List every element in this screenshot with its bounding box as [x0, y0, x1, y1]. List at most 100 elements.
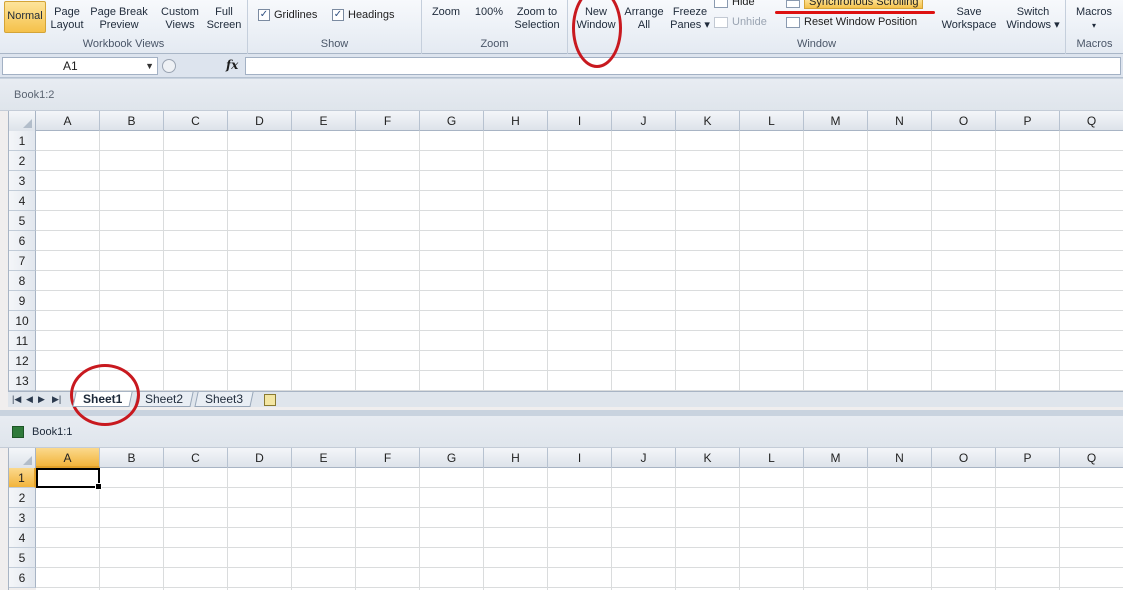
save-label-2: Workspace: [941, 19, 997, 31]
column-header-O[interactable]: O: [932, 111, 996, 131]
column-header-K[interactable]: K: [676, 448, 740, 468]
zoom-button[interactable]: Zoom: [428, 6, 464, 19]
select-all-corner[interactable]: [9, 448, 36, 468]
column-header-F[interactable]: F: [356, 448, 420, 468]
arrange-all-button[interactable]: Arrange All: [622, 6, 666, 32]
show-group-label: Show: [320, 38, 349, 50]
column-header-E[interactable]: E: [292, 448, 356, 468]
column-header-Q[interactable]: Q: [1060, 448, 1123, 468]
column-header-C[interactable]: C: [164, 448, 228, 468]
column-header-J[interactable]: J: [612, 111, 676, 131]
freeze-label-2: Panes ▾: [670, 19, 710, 31]
column-header-O[interactable]: O: [932, 448, 996, 468]
tab-sheet3[interactable]: Sheet3: [194, 392, 254, 407]
column-header-A[interactable]: A: [36, 111, 100, 131]
column-header-M[interactable]: M: [804, 448, 868, 468]
tab-sheet1[interactable]: Sheet1: [72, 392, 133, 407]
row-header-5[interactable]: 5: [9, 211, 36, 231]
column-header-C[interactable]: C: [164, 111, 228, 131]
select-all-corner[interactable]: [9, 111, 36, 131]
row-header-8[interactable]: 8: [9, 271, 36, 291]
full-screen-button[interactable]: Full Screen: [204, 6, 244, 32]
row-header-9[interactable]: 9: [9, 291, 36, 311]
column-header-N[interactable]: N: [868, 448, 932, 468]
row-header-5[interactable]: 5: [9, 548, 36, 568]
column-header-D[interactable]: D: [228, 111, 292, 131]
normal-view-button[interactable]: Normal: [4, 1, 46, 33]
headings-checkbox[interactable]: ✓ Headings: [332, 9, 394, 21]
column-header-N[interactable]: N: [868, 111, 932, 131]
next-sheet-nav-icon[interactable]: ▶: [38, 394, 45, 405]
window-title-bar: Book1:1: [0, 416, 1123, 448]
reset-window-position-button[interactable]: Reset Window Position: [786, 16, 917, 28]
column-header-L[interactable]: L: [740, 448, 804, 468]
column-header-I[interactable]: I: [548, 111, 612, 131]
column-header-H[interactable]: H: [484, 448, 548, 468]
row-header-13[interactable]: 13: [9, 371, 36, 391]
row-header-2[interactable]: 2: [9, 151, 36, 171]
save-workspace-button[interactable]: Save Workspace: [938, 6, 1000, 32]
row-header-7[interactable]: 7: [9, 251, 36, 271]
row-header-1[interactable]: 1: [9, 468, 36, 488]
row-header-4[interactable]: 4: [9, 528, 36, 548]
prev-sheet-nav-icon[interactable]: ◀: [26, 394, 33, 405]
column-header-B[interactable]: B: [100, 111, 164, 131]
macros-button[interactable]: Macros ▾: [1070, 6, 1118, 32]
column-header-A[interactable]: A: [36, 448, 100, 468]
column-header-P[interactable]: P: [996, 448, 1060, 468]
row-header-1[interactable]: 1: [9, 131, 36, 151]
page-layout-button[interactable]: Page Layout: [48, 6, 86, 32]
first-sheet-nav-icon[interactable]: |◀: [12, 394, 21, 405]
row-header-10[interactable]: 10: [9, 311, 36, 331]
zoom-group-label: Zoom: [480, 38, 509, 50]
column-header-G[interactable]: G: [420, 111, 484, 131]
group-workbook-views: Normal Page Layout Page Break Preview Cu…: [0, 0, 248, 54]
synchronous-scrolling-button[interactable]: Synchronous Scrolling: [786, 0, 924, 9]
column-header-D[interactable]: D: [228, 448, 292, 468]
insert-function-icon[interactable]: fx: [226, 58, 238, 72]
custom-views-button[interactable]: Custom Views: [158, 6, 202, 32]
zoom-to-label-2: Selection: [514, 19, 560, 31]
column-header-M[interactable]: M: [804, 111, 868, 131]
column-header-G[interactable]: G: [420, 448, 484, 468]
cell-area[interactable]: [36, 131, 1123, 391]
column-header-H[interactable]: H: [484, 111, 548, 131]
gridlines-checkbox[interactable]: ✓ Gridlines: [258, 9, 317, 21]
zoom-to-selection-button[interactable]: Zoom to Selection: [510, 6, 564, 32]
row-header-3[interactable]: 3: [9, 508, 36, 528]
row-header-6[interactable]: 6: [9, 568, 36, 588]
name-box-dropdown-icon[interactable]: ▼: [145, 58, 154, 74]
zoom-label: Zoom: [431, 6, 461, 18]
row-header-3[interactable]: 3: [9, 171, 36, 191]
insert-sheet-icon[interactable]: [256, 393, 282, 406]
column-header-L[interactable]: L: [740, 111, 804, 131]
column-header-P[interactable]: P: [996, 111, 1060, 131]
row-header-6[interactable]: 6: [9, 231, 36, 251]
tab-sheet2[interactable]: Sheet2: [134, 392, 194, 407]
row-header-11[interactable]: 11: [9, 331, 36, 351]
zoom-100-button[interactable]: 100%: [470, 6, 508, 19]
active-cell-a1[interactable]: [36, 468, 102, 490]
row-header-2[interactable]: 2: [9, 488, 36, 508]
row-header-12[interactable]: 12: [9, 351, 36, 371]
column-header-I[interactable]: I: [548, 448, 612, 468]
cell-area[interactable]: [36, 468, 1123, 590]
column-header-J[interactable]: J: [612, 448, 676, 468]
last-sheet-nav-icon[interactable]: ▶|: [52, 394, 61, 405]
formula-input[interactable]: [245, 57, 1121, 75]
column-header-E[interactable]: E: [292, 111, 356, 131]
hide-button[interactable]: Hide: [714, 0, 755, 8]
page-break-label-2: Preview: [99, 19, 139, 31]
column-header-Q[interactable]: Q: [1060, 111, 1123, 131]
freeze-panes-button[interactable]: Freeze Panes ▾: [668, 6, 712, 32]
column-header-B[interactable]: B: [100, 448, 164, 468]
column-header-K[interactable]: K: [676, 111, 740, 131]
switch-windows-button[interactable]: Switch Windows ▾: [1002, 6, 1064, 32]
page-break-preview-button[interactable]: Page Break Preview: [88, 6, 150, 32]
macros-label: Macros: [1075, 6, 1113, 18]
row-header-4[interactable]: 4: [9, 191, 36, 211]
unhide-button[interactable]: Unhide: [714, 16, 767, 28]
name-box[interactable]: A1 ▼: [2, 57, 158, 75]
column-header-F[interactable]: F: [356, 111, 420, 131]
page-layout-label-1: Page: [54, 6, 80, 18]
